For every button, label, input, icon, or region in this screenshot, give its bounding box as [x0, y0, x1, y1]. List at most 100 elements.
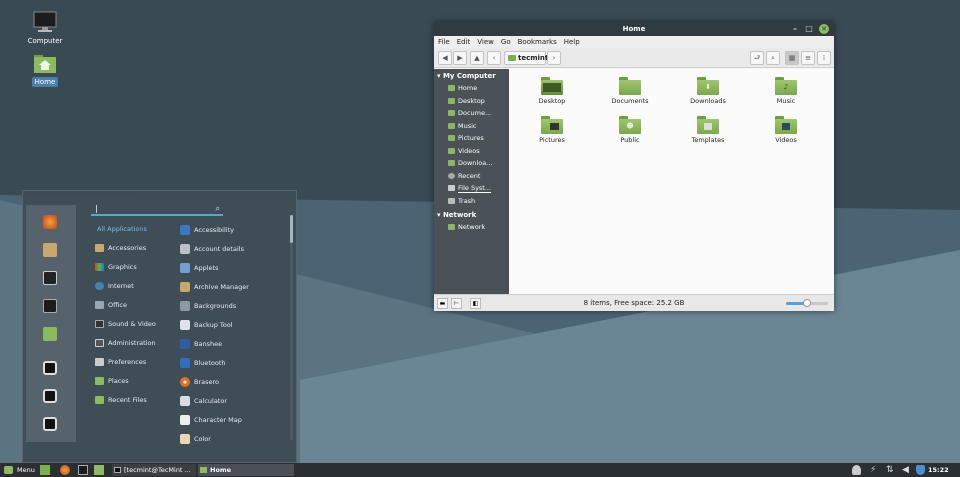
internet-icon [95, 282, 104, 290]
category-all-applications[interactable]: All Applications [95, 221, 147, 237]
sidebar-item-documents[interactable]: Docume... [434, 107, 509, 120]
minimize-button[interactable]: – [790, 24, 800, 34]
sidebar-item-downloads[interactable]: Downloa... [434, 157, 509, 170]
sidebar-item-desktop[interactable]: Desktop [434, 95, 509, 108]
network-icon[interactable]: ⇅ [886, 465, 896, 475]
system-settings-icon[interactable] [43, 271, 57, 285]
path-breadcrumb[interactable]: tecmint [504, 51, 548, 65]
maximize-button[interactable]: □ [804, 24, 814, 34]
color-icon [180, 434, 190, 444]
menu-edit[interactable]: Edit [457, 36, 471, 48]
user-icon[interactable] [852, 465, 861, 475]
toggle-location-button[interactable]: ⮐ [750, 51, 764, 65]
category-recent-files[interactable]: Recent Files [95, 392, 147, 408]
menu-file[interactable]: File [438, 36, 450, 48]
lock-screen-icon[interactable] [43, 361, 57, 375]
backgrounds-icon [180, 301, 190, 311]
folder-templates[interactable]: Templates [678, 116, 738, 144]
desktop-computer-icon[interactable]: Computer [23, 11, 67, 46]
sidebar-item-trash[interactable]: Trash [434, 195, 509, 208]
folder-label: Public [620, 136, 640, 144]
category-graphics[interactable]: Graphics [95, 259, 137, 275]
desktop-home-icon[interactable]: Home [23, 54, 67, 87]
files-icon[interactable] [43, 327, 57, 341]
menu-help[interactable]: Help [564, 36, 580, 48]
software-manager-icon[interactable] [43, 243, 57, 257]
app-archive-manager[interactable]: Archive Manager [180, 279, 249, 295]
volume-icon[interactable]: ◀ [902, 465, 912, 475]
terminal-icon[interactable] [43, 299, 57, 313]
path-left-button[interactable]: ‹ [487, 51, 501, 65]
list-view-button[interactable]: ≡ [801, 51, 815, 65]
sidebar-section-my-computer[interactable]: ▾ My Computer [434, 70, 509, 82]
sidebar-item-filesystem[interactable]: File Syst... [434, 182, 509, 195]
folder-icon [200, 467, 207, 473]
back-button[interactable]: ◀ [438, 51, 452, 65]
sidebar: ▾ My Computer Home Desktop Docume... Mus… [434, 69, 509, 294]
close-button[interactable]: ✕ [819, 24, 829, 34]
app-account-details[interactable]: Account details [180, 241, 244, 257]
folder-pictures[interactable]: Pictures [522, 116, 582, 144]
menu-view[interactable]: View [477, 36, 494, 48]
sidebar-item-pictures[interactable]: Pictures [434, 132, 509, 145]
search-input[interactable]: | ⌕ [91, 203, 223, 216]
task-terminal[interactable]: [tecmint@TecMint ... [112, 464, 196, 476]
show-desktop-icon[interactable] [40, 465, 50, 475]
folder-music[interactable]: ♪ Music [756, 77, 816, 105]
menu-bookmarks[interactable]: Bookmarks [518, 36, 557, 48]
terminal-launcher-icon[interactable] [78, 465, 88, 475]
app-calculator[interactable]: Calculator [180, 393, 227, 409]
window-title: Home [622, 25, 646, 33]
sidebar-item-recent[interactable]: Recent [434, 170, 509, 183]
app-color[interactable]: Color [180, 431, 211, 447]
shutdown-icon[interactable] [43, 417, 57, 431]
forward-button[interactable]: ▶ [453, 51, 467, 65]
scrollbar-thumb[interactable] [290, 215, 293, 243]
folder-videos[interactable]: Videos [756, 116, 816, 144]
path-right-button[interactable]: › [547, 51, 561, 65]
category-preferences[interactable]: Preferences [95, 354, 146, 370]
sidebar-item-home[interactable]: Home [434, 82, 509, 95]
folder-documents[interactable]: Documents [600, 77, 660, 105]
firefox-icon[interactable] [43, 215, 57, 229]
category-internet[interactable]: Internet [95, 278, 134, 294]
sidebar-item-music[interactable]: Music [434, 120, 509, 133]
window-titlebar[interactable]: Home – □ ✕ [434, 22, 834, 36]
zoom-slider-knob[interactable] [803, 299, 811, 307]
folder-desktop[interactable]: Desktop [522, 77, 582, 105]
character-map-icon [180, 415, 190, 425]
up-button[interactable]: ▲ [470, 51, 484, 65]
update-shield-icon[interactable] [916, 465, 925, 475]
category-accessories[interactable]: Accessories [95, 240, 146, 256]
zoom-slider[interactable] [786, 299, 828, 307]
app-applets[interactable]: Applets [180, 260, 218, 276]
clock[interactable]: 15:22 [928, 464, 949, 476]
category-sound-video[interactable]: Sound & Video [95, 316, 156, 332]
app-brasero[interactable]: Brasero [180, 374, 219, 390]
logout-icon[interactable] [43, 389, 57, 403]
compact-view-button[interactable]: ⁞ [817, 51, 831, 65]
menu-scrollbar[interactable] [290, 215, 293, 440]
menu-go[interactable]: Go [501, 36, 511, 48]
folder-downloads[interactable]: ⬇ Downloads [678, 77, 738, 105]
sidebar-item-videos[interactable]: Videos [434, 145, 509, 158]
sidebar-section-network[interactable]: ▾ Network [434, 209, 509, 221]
category-office[interactable]: Office [95, 297, 127, 313]
app-backgrounds[interactable]: Backgrounds [180, 298, 236, 314]
sidebar-item-network[interactable]: Network [434, 221, 509, 234]
menu-button[interactable]: Menu [1, 464, 35, 476]
icon-view-button[interactable]: ▦ [785, 51, 799, 65]
app-bluetooth[interactable]: Bluetooth [180, 355, 226, 371]
app-character-map[interactable]: Character Map [180, 412, 242, 428]
folder-public[interactable]: ☻ Public [600, 116, 660, 144]
tools-icon[interactable]: ⚡ [870, 465, 879, 475]
app-banshee[interactable]: Banshee [180, 336, 222, 352]
app-backup-tool[interactable]: Backup Tool [180, 317, 233, 333]
task-home[interactable]: Home [198, 464, 294, 476]
files-launcher-icon[interactable] [94, 465, 104, 475]
category-administration[interactable]: Administration [95, 335, 156, 351]
category-places[interactable]: Places [95, 373, 129, 389]
app-accessibility[interactable]: Accessibility [180, 222, 234, 238]
search-button[interactable]: ⌕ [766, 51, 780, 65]
firefox-launcher-icon[interactable] [60, 465, 70, 475]
